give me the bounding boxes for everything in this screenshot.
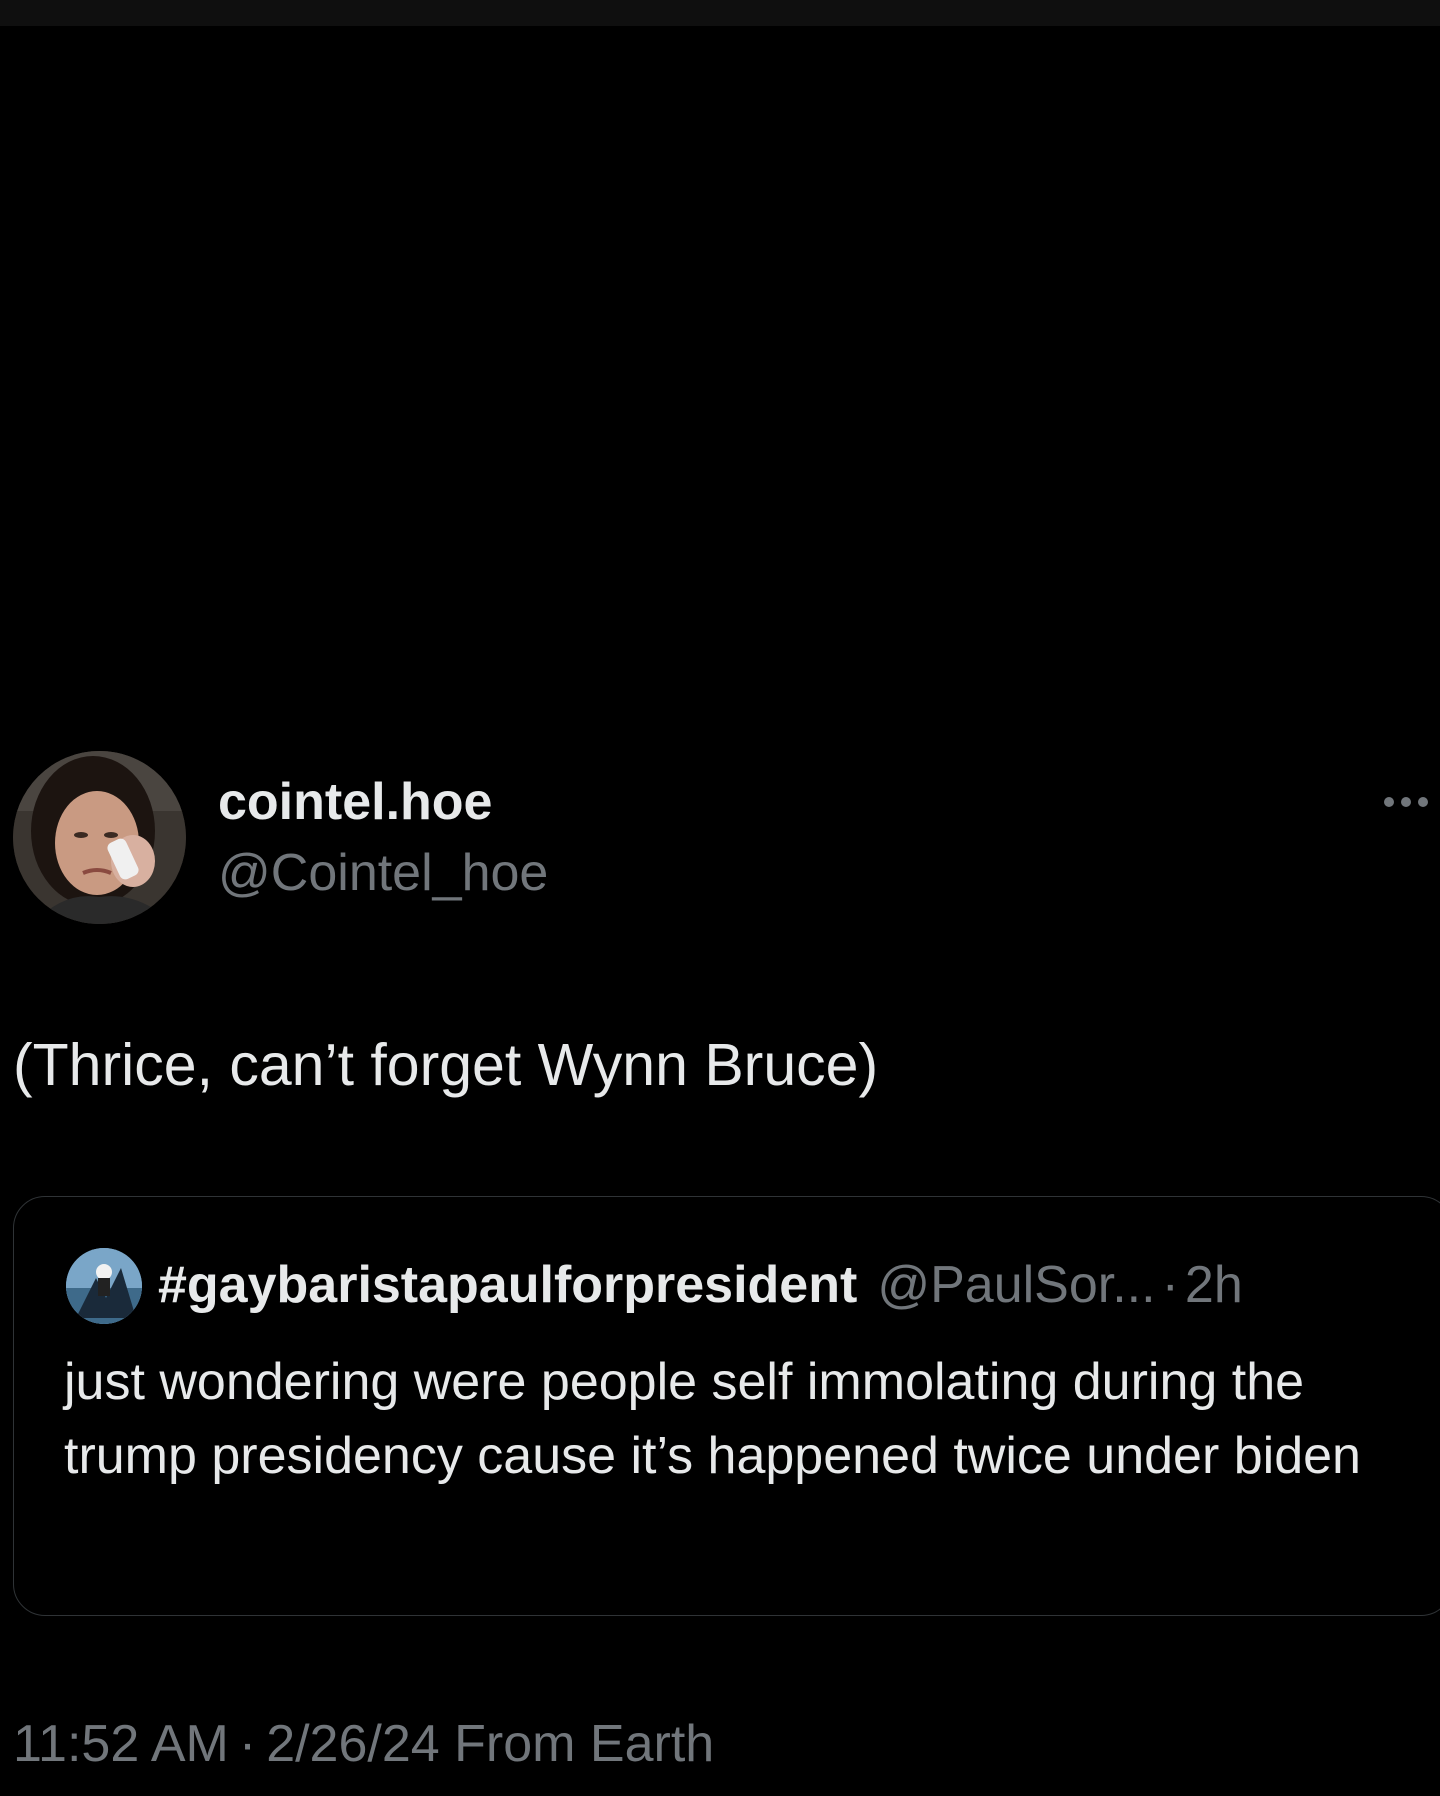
tweet-source: From Earth	[454, 1715, 715, 1773]
tweet-meta: 11:52 AM · 2/26/24 From Earth	[13, 1714, 714, 1774]
more-horizontal-icon	[1384, 797, 1394, 807]
quoted-author-handle[interactable]: @PaulSor...	[877, 1253, 1155, 1317]
author-display-name[interactable]: cointel.hoe	[218, 772, 492, 832]
author-handle[interactable]: @Cointel_hoe	[218, 843, 548, 903]
author-avatar[interactable]	[13, 751, 186, 924]
quoted-author-avatar	[66, 1248, 142, 1324]
author-avatar-image	[13, 751, 186, 924]
tweet-text: (Thrice, can’t forget Wynn Bruce)	[13, 1032, 879, 1098]
quoted-author-display-name[interactable]: #gaybaristapaulforpresident	[158, 1253, 857, 1317]
quoted-tweet-card[interactable]: #gaybaristapaulforpresident @PaulSor... …	[13, 1196, 1440, 1616]
more-options-button[interactable]	[1384, 782, 1440, 822]
more-horizontal-icon-dot	[1418, 797, 1428, 807]
quoted-author-avatar-image	[66, 1248, 142, 1324]
more-horizontal-icon-dot	[1401, 797, 1411, 807]
meta-separator: ·	[238, 1715, 257, 1773]
quoted-tweet-separator: ·	[1161, 1256, 1179, 1314]
top-strip	[0, 0, 1440, 26]
tweet-time[interactable]: 11:52 AM	[13, 1715, 229, 1773]
quoted-tweet-time[interactable]: 2h	[1185, 1253, 1243, 1317]
tweet-date[interactable]: 2/26/24	[266, 1715, 440, 1773]
quoted-tweet-header: #gaybaristapaulforpresident @PaulSor... …	[158, 1253, 1243, 1317]
quoted-tweet-text: just wondering were people self immolati…	[64, 1353, 1361, 1485]
